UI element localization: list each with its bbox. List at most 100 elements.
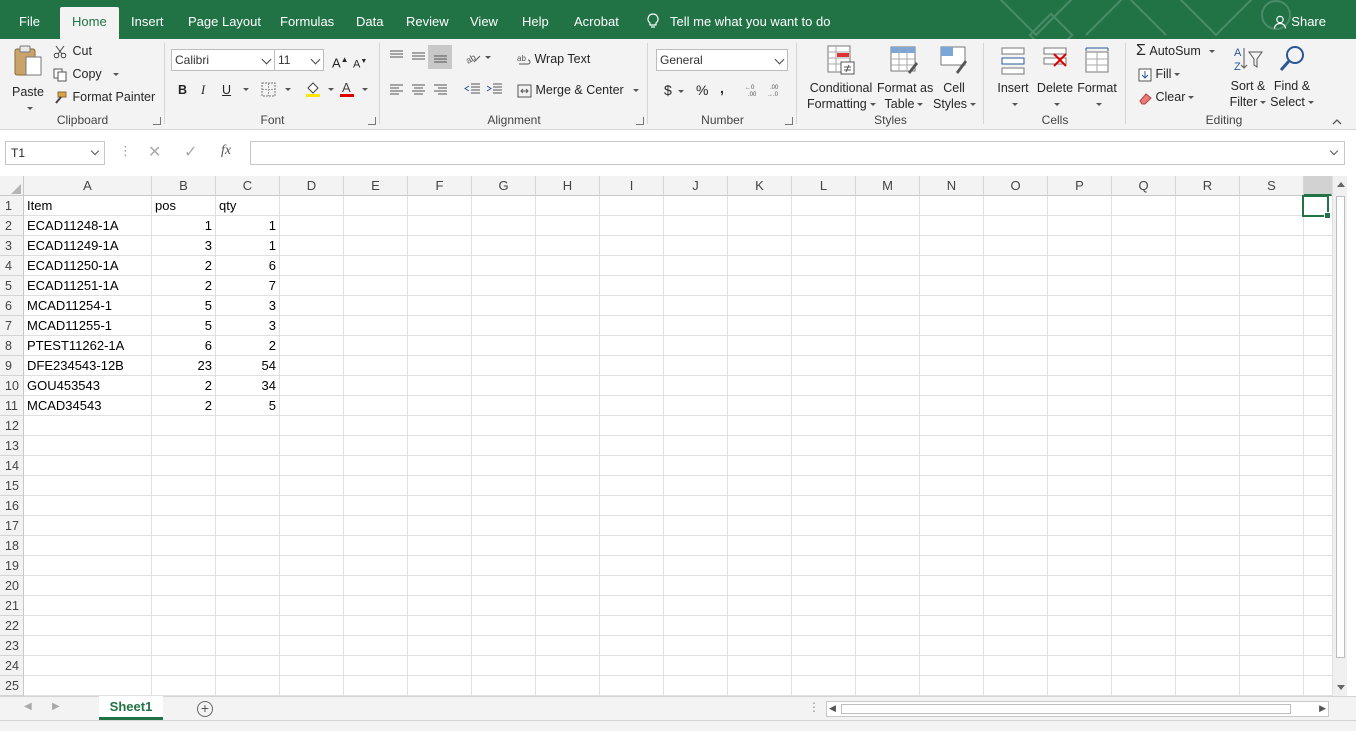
cell-e6[interactable]	[344, 296, 408, 316]
cell-f16[interactable]	[408, 496, 472, 516]
cell-d3[interactable]	[280, 236, 344, 256]
column-header-h[interactable]: H	[536, 176, 600, 196]
cell-g14[interactable]	[472, 456, 536, 476]
cell-q12[interactable]	[1112, 416, 1176, 436]
cell-s12[interactable]	[1240, 416, 1304, 436]
cell-p16[interactable]	[1048, 496, 1112, 516]
cell-b17[interactable]	[152, 516, 216, 536]
cell-h24[interactable]	[536, 656, 600, 676]
cell-q7[interactable]	[1112, 316, 1176, 336]
tab-page-layout[interactable]: Page Layout	[188, 0, 261, 39]
cell-c3[interactable]: 1	[216, 236, 280, 256]
cell-g2[interactable]	[472, 216, 536, 236]
cell-j16[interactable]	[664, 496, 728, 516]
cell-k1[interactable]	[728, 196, 792, 216]
cell-l14[interactable]	[792, 456, 856, 476]
cell-l3[interactable]	[792, 236, 856, 256]
cell-r23[interactable]	[1176, 636, 1240, 656]
cut-button[interactable]: Cut	[53, 43, 92, 59]
vertical-scroll-thumb[interactable]	[1336, 196, 1345, 658]
cell-f24[interactable]	[408, 656, 472, 676]
cell-i19[interactable]	[600, 556, 664, 576]
format-cells-button[interactable]: Format	[1076, 44, 1118, 112]
format-as-table-button[interactable]: Format as Table	[877, 44, 933, 112]
cell-n7[interactable]	[920, 316, 984, 336]
cell-o13[interactable]	[984, 436, 1048, 456]
underline-button[interactable]: U	[222, 82, 231, 98]
row-header[interactable]: 8	[0, 336, 24, 356]
underline-dropdown-icon[interactable]	[243, 88, 249, 91]
cell-n2[interactable]	[920, 216, 984, 236]
cell-m10[interactable]	[856, 376, 920, 396]
cell-i17[interactable]	[600, 516, 664, 536]
row-header[interactable]: 7	[0, 316, 24, 336]
cell-k5[interactable]	[728, 276, 792, 296]
cell-g17[interactable]	[472, 516, 536, 536]
cell-j25[interactable]	[664, 676, 728, 696]
align-left-icon[interactable]	[389, 84, 404, 96]
cell-p23[interactable]	[1048, 636, 1112, 656]
cell-m2[interactable]	[856, 216, 920, 236]
cell-g15[interactable]	[472, 476, 536, 496]
cell-p21[interactable]	[1048, 596, 1112, 616]
cell-n1[interactable]	[920, 196, 984, 216]
cell-s2[interactable]	[1240, 216, 1304, 236]
column-header-p[interactable]: P	[1048, 176, 1112, 196]
cell-o22[interactable]	[984, 616, 1048, 636]
cell-f3[interactable]	[408, 236, 472, 256]
cell-j6[interactable]	[664, 296, 728, 316]
tab-acrobat[interactable]: Acrobat	[574, 0, 619, 39]
drag-handle-icon[interactable]: ⋮	[119, 143, 132, 159]
cell-p12[interactable]	[1048, 416, 1112, 436]
cell-r19[interactable]	[1176, 556, 1240, 576]
cell-e20[interactable]	[344, 576, 408, 596]
clipboard-launcher-icon[interactable]	[153, 117, 161, 125]
cell-h20[interactable]	[536, 576, 600, 596]
insert-cells-button[interactable]: Insert	[994, 44, 1032, 112]
cell-k14[interactable]	[728, 456, 792, 476]
cell-b12[interactable]	[152, 416, 216, 436]
cell-e2[interactable]	[344, 216, 408, 236]
cell-q3[interactable]	[1112, 236, 1176, 256]
cell-a22[interactable]	[24, 616, 152, 636]
cell-g4[interactable]	[472, 256, 536, 276]
cell-r6[interactable]	[1176, 296, 1240, 316]
row-header[interactable]: 3	[0, 236, 24, 256]
align-middle-icon[interactable]	[411, 50, 426, 62]
cell-d7[interactable]	[280, 316, 344, 336]
decrease-font-button[interactable]: A▼	[353, 54, 367, 73]
cell-q25[interactable]	[1112, 676, 1176, 696]
cell-m19[interactable]	[856, 556, 920, 576]
increase-decimal-icon[interactable]: ←0.00	[745, 83, 763, 97]
cell-e8[interactable]	[344, 336, 408, 356]
cell-e21[interactable]	[344, 596, 408, 616]
cell-q5[interactable]	[1112, 276, 1176, 296]
cell-k22[interactable]	[728, 616, 792, 636]
cell-l10[interactable]	[792, 376, 856, 396]
cell-q18[interactable]	[1112, 536, 1176, 556]
increase-font-button[interactable]: A▲	[332, 52, 349, 71]
cell-f22[interactable]	[408, 616, 472, 636]
conditional-formatting-button[interactable]: Conditional Formatting	[807, 44, 876, 112]
cell-s11[interactable]	[1240, 396, 1304, 416]
cell-l4[interactable]	[792, 256, 856, 276]
autosum-button[interactable]: Σ AutoSum	[1136, 43, 1215, 59]
cell-i10[interactable]	[600, 376, 664, 396]
font-color-dropdown-icon[interactable]	[362, 88, 368, 91]
cell-p15[interactable]	[1048, 476, 1112, 496]
cell-k4[interactable]	[728, 256, 792, 276]
cell-k24[interactable]	[728, 656, 792, 676]
cell-l19[interactable]	[792, 556, 856, 576]
cell-k9[interactable]	[728, 356, 792, 376]
cell-h4[interactable]	[536, 256, 600, 276]
tab-formulas[interactable]: Formulas	[280, 0, 334, 39]
cell-m3[interactable]	[856, 236, 920, 256]
cell-j8[interactable]	[664, 336, 728, 356]
cell-n11[interactable]	[920, 396, 984, 416]
cell-d2[interactable]	[280, 216, 344, 236]
row-header[interactable]: 5	[0, 276, 24, 296]
cell-n3[interactable]	[920, 236, 984, 256]
cell-e19[interactable]	[344, 556, 408, 576]
cell-c15[interactable]	[216, 476, 280, 496]
tab-help[interactable]: Help	[522, 0, 549, 39]
